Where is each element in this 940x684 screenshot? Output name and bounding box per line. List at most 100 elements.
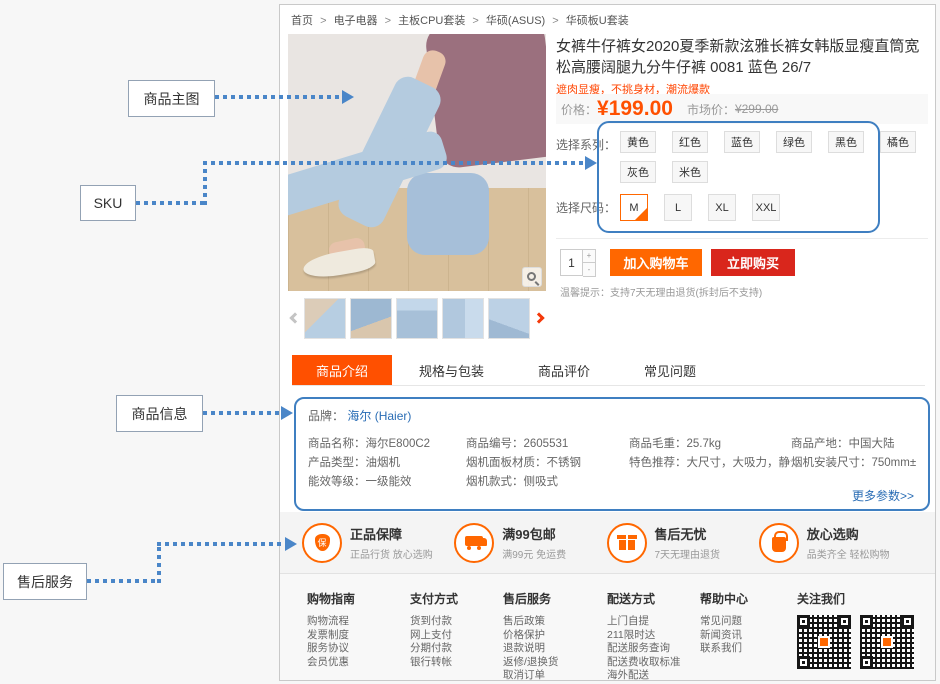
site-footer: 购物指南 购物流程 发票制度 服务协议 会员优惠 支付方式 货到付款 网上支付 … [280, 573, 935, 680]
thumbs-prev-button[interactable] [288, 298, 302, 338]
brand-link[interactable]: 海尔 (Haier) [347, 409, 411, 423]
footer-link[interactable]: 海外配送 [607, 669, 700, 683]
price-row: 价格： ¥199.00 市场价： ¥299.00 [556, 94, 928, 124]
spec-cell: 商品编号：2605531 [466, 435, 629, 454]
spec-cell: 商品毛重：25.7kg [629, 435, 791, 454]
thumbnail[interactable] [350, 298, 392, 339]
annotation-arrow [136, 201, 206, 205]
service-item-assured: 放心选购 品类齐全 轻松购物 [759, 523, 913, 563]
footer-link[interactable]: 购物流程 [307, 615, 410, 629]
annotation-arrow [87, 579, 161, 583]
breadcrumb-item-category[interactable]: 主板CPU套装 [398, 15, 465, 27]
thumbnail[interactable] [396, 298, 438, 339]
annotation-label-service: 售后服务 [3, 563, 87, 600]
footer-link[interactable]: 售后政策 [503, 615, 607, 629]
brand-row: 品牌： 海尔 (Haier) [308, 407, 916, 424]
quantity-decrease-button[interactable]: - [583, 263, 596, 277]
spec-cell: 烟机款式：侧吸式 [466, 473, 629, 492]
arrow-head-icon [285, 537, 297, 551]
annotation-label-main-image: 商品主图 [128, 80, 215, 117]
annotation-arrow [203, 161, 585, 165]
arrow-head-icon [342, 90, 354, 104]
footer-link[interactable]: 价格保护 [503, 629, 607, 643]
footer-link[interactable]: 会员优惠 [307, 656, 410, 670]
service-item-shipping: 满99包邮 满99元 免运费 [454, 523, 608, 563]
qr-logo [881, 636, 893, 648]
breadcrumb-separator: > [472, 15, 478, 27]
product-summary: 女裤牛仔裤女2020夏季新款泫雅长裤女韩版显瘦直筒宽松高腰阔腿九分牛仔裤 008… [556, 34, 930, 78]
chevron-right-icon [534, 312, 545, 323]
zoom-icon[interactable] [522, 267, 542, 287]
footer-link[interactable]: 联系我们 [700, 642, 797, 656]
annotation-arrow [157, 542, 161, 583]
footer-link[interactable]: 常见问题 [700, 615, 797, 629]
breadcrumb-item-home[interactable]: 首页 [291, 15, 313, 27]
footer-link[interactable]: 返修/退换货 [503, 656, 607, 670]
price-label: 价格： [561, 101, 597, 118]
footer-column-follow-us: 关注我们 [797, 590, 940, 680]
series-option-orange[interactable]: 橘色 [880, 131, 916, 153]
annotation-arrow [215, 95, 342, 99]
footer-link[interactable]: 退款说明 [503, 642, 607, 656]
breadcrumb-separator: > [552, 15, 558, 27]
annotation-arrow [203, 161, 207, 205]
purchase-actions: + - 加入购物车 立即购买 [556, 238, 928, 277]
footer-column-delivery: 配送方式 上门自提 211限时达 配送服务查询 配送费收取标准 海外配送 [607, 590, 700, 680]
footer-link[interactable]: 银行转帐 [410, 656, 503, 670]
breadcrumb-item-electronics[interactable]: 电子电器 [334, 15, 378, 27]
quantity-stepper: + - [560, 249, 596, 277]
shield-icon: 保 [302, 523, 342, 563]
footer-link[interactable]: 取消订单 [503, 669, 607, 683]
footer-column-aftersale: 售后服务 售后政策 价格保护 退款说明 返修/退换货 取消订单 [503, 590, 607, 680]
quantity-increase-button[interactable]: + [583, 249, 596, 263]
tab-faq[interactable]: 常见问题 [617, 355, 723, 385]
footer-column-payment: 支付方式 货到付款 网上支付 分期付款 银行转帐 [410, 590, 503, 680]
footer-link[interactable]: 分期付款 [410, 642, 503, 656]
breadcrumb-separator: > [320, 15, 326, 27]
tab-reviews[interactable]: 商品评价 [511, 355, 617, 385]
breadcrumb-separator: > [385, 15, 391, 27]
footer-link[interactable]: 211限时达 [607, 629, 700, 643]
product-title: 女裤牛仔裤女2020夏季新款泫雅长裤女韩版显瘦直筒宽松高腰阔腿九分牛仔裤 008… [556, 34, 930, 78]
footer-column-shopping-guide: 购物指南 购物流程 发票制度 服务协议 会员优惠 [307, 590, 410, 680]
tab-spec-packaging[interactable]: 规格与包装 [392, 355, 511, 385]
breadcrumb-item-brand[interactable]: 华硕(ASUS) [486, 15, 545, 27]
breadcrumb: 首页 > 电子电器 > 主板CPU套装 > 华硕(ASUS) > 华硕板U套装 [291, 12, 629, 28]
footer-link[interactable]: 配送服务查询 [607, 642, 700, 656]
market-price-label: 市场价： [687, 101, 735, 118]
footer-link[interactable]: 货到付款 [410, 615, 503, 629]
service-item-authentic: 保 正品保障 正品行货 放心选购 [302, 523, 456, 563]
arrow-head-icon [585, 156, 597, 170]
thumbs-next-button[interactable] [532, 298, 546, 338]
tab-product-intro[interactable]: 商品介绍 [292, 355, 392, 385]
footer-link[interactable]: 配送费收取标准 [607, 656, 700, 670]
gift-box-icon [607, 523, 647, 563]
detail-tabs: 商品介绍 规格与包装 商品评价 常见问题 [292, 355, 925, 386]
annotation-arrow [203, 411, 283, 415]
breadcrumb-item-current[interactable]: 华硕板U套装 [566, 15, 629, 27]
arrow-head-icon [281, 406, 293, 420]
footer-link[interactable]: 新闻资讯 [700, 629, 797, 643]
spec-cell: 特色推荐：大尺寸，大吸力，静音… [629, 454, 791, 473]
footer-link[interactable]: 发票制度 [307, 629, 410, 643]
qr-logo [818, 636, 830, 648]
spec-cell: 烟机面板材质：不锈钢 [466, 454, 629, 473]
buy-now-button[interactable]: 立即购买 [711, 249, 795, 276]
add-to-cart-button[interactable]: 加入购物车 [610, 249, 702, 276]
market-price-value: ¥299.00 [735, 102, 778, 116]
footer-link[interactable]: 网上支付 [410, 629, 503, 643]
more-params-link[interactable]: 更多参数>> [852, 487, 914, 504]
thumbnail[interactable] [488, 298, 530, 339]
spec-grid: 商品名称：海尔E800C2 商品编号：2605531 商品毛重：25.7kg 商… [308, 435, 916, 492]
footer-link[interactable]: 服务协议 [307, 642, 410, 656]
footer-link[interactable]: 上门自提 [607, 615, 700, 629]
quantity-input[interactable] [560, 249, 583, 276]
truck-icon [454, 523, 494, 563]
thumbnail[interactable] [442, 298, 484, 339]
chevron-left-icon [289, 312, 300, 323]
brand-label: 品牌： [308, 409, 344, 423]
thumbnail[interactable] [304, 298, 346, 339]
annotation-arrow [157, 542, 287, 546]
annotation-label-sku: SKU [80, 185, 136, 221]
shopping-bag-icon [759, 523, 799, 563]
